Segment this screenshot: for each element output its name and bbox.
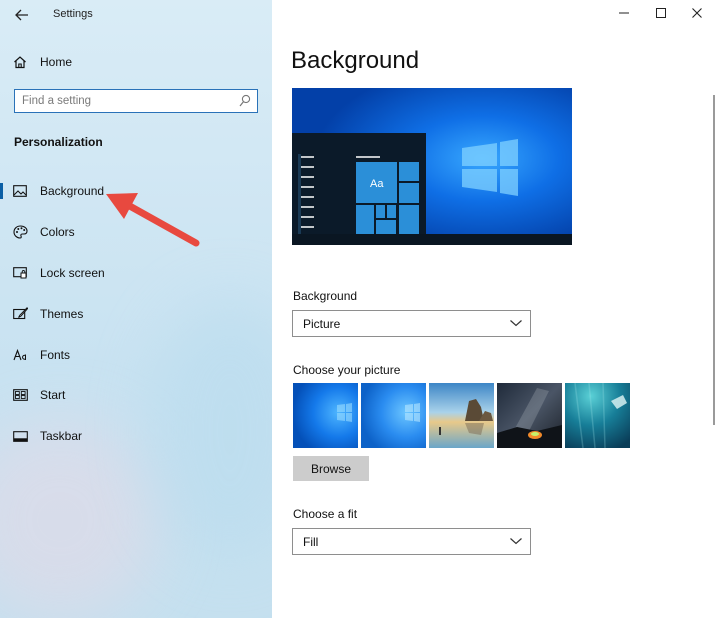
nav-taskbar[interactable]: Taskbar xyxy=(0,421,272,451)
back-button[interactable] xyxy=(12,5,32,25)
scrollbar[interactable] xyxy=(713,95,715,425)
picture-thumbnail[interactable] xyxy=(565,383,630,448)
night-sky-thumbnail xyxy=(497,383,562,448)
search-box[interactable] xyxy=(14,89,258,113)
picture-thumbnail[interactable] xyxy=(497,383,562,448)
minimize-icon xyxy=(619,12,629,14)
underwater-thumbnail xyxy=(565,383,630,448)
choose-picture-label: Choose your picture xyxy=(293,363,401,377)
nav-taskbar-label: Taskbar xyxy=(40,429,83,443)
back-arrow-icon xyxy=(15,9,28,21)
page-title: Background xyxy=(291,47,420,74)
font-icon xyxy=(12,347,28,363)
nav-start[interactable]: Start xyxy=(0,380,272,410)
nav-lock-screen-label: Lock screen xyxy=(40,266,105,280)
nav-home[interactable]: Home xyxy=(0,47,272,77)
brush-icon xyxy=(12,306,28,322)
nav-fonts-label: Fonts xyxy=(40,348,71,362)
nav-lock-screen[interactable]: Lock screen xyxy=(0,258,272,288)
browse-button[interactable]: Browse xyxy=(293,456,369,481)
background-label: Background xyxy=(293,289,358,303)
picture-thumbnail[interactable] xyxy=(293,383,358,448)
image-icon xyxy=(12,183,28,199)
section-title: Personalization xyxy=(14,135,103,149)
picture-thumbnail[interactable] xyxy=(429,383,494,448)
app-title: Settings xyxy=(53,8,93,20)
nav-themes[interactable]: Themes xyxy=(0,299,272,329)
nav-start-label: Start xyxy=(40,388,66,402)
fit-dropdown-value: Fill xyxy=(303,535,319,549)
beach-rocks-thumbnail xyxy=(429,383,494,448)
nav-home-label: Home xyxy=(40,55,73,69)
minimize-button[interactable] xyxy=(614,4,634,22)
chevron-down-icon xyxy=(510,320,522,327)
preview-wallpaper xyxy=(292,88,572,245)
start-icon xyxy=(12,387,28,403)
picture-thumbnail[interactable] xyxy=(361,383,426,448)
background-dropdown-value: Picture xyxy=(303,317,341,331)
background-dropdown[interactable]: Picture xyxy=(292,310,531,337)
search-input[interactable] xyxy=(22,92,232,110)
nav-themes-label: Themes xyxy=(40,307,84,321)
desktop-preview: Aa xyxy=(292,88,572,245)
choose-fit-label: Choose a fit xyxy=(293,507,358,521)
maximize-button[interactable] xyxy=(651,4,671,22)
close-icon xyxy=(692,8,702,18)
preview-tile-text: Aa xyxy=(370,178,384,190)
windows-blue-thumbnail xyxy=(293,383,358,448)
sidebar: Settings Home Personalization Background… xyxy=(0,0,272,618)
nav-fonts[interactable]: Fonts xyxy=(0,340,272,370)
nav-colors-label: Colors xyxy=(40,225,75,239)
windows-light-thumbnail xyxy=(361,383,426,448)
nav-background-label: Background xyxy=(40,184,105,198)
annotation-arrow xyxy=(106,193,200,247)
fit-dropdown[interactable]: Fill xyxy=(292,528,531,555)
palette-icon xyxy=(12,224,28,240)
search-icon[interactable] xyxy=(239,94,251,108)
home-icon xyxy=(12,54,28,70)
taskbar-icon xyxy=(12,428,28,444)
chevron-down-icon xyxy=(510,538,522,545)
maximize-icon xyxy=(656,8,666,18)
lock-screen-icon xyxy=(12,265,28,281)
close-button[interactable] xyxy=(687,4,707,22)
